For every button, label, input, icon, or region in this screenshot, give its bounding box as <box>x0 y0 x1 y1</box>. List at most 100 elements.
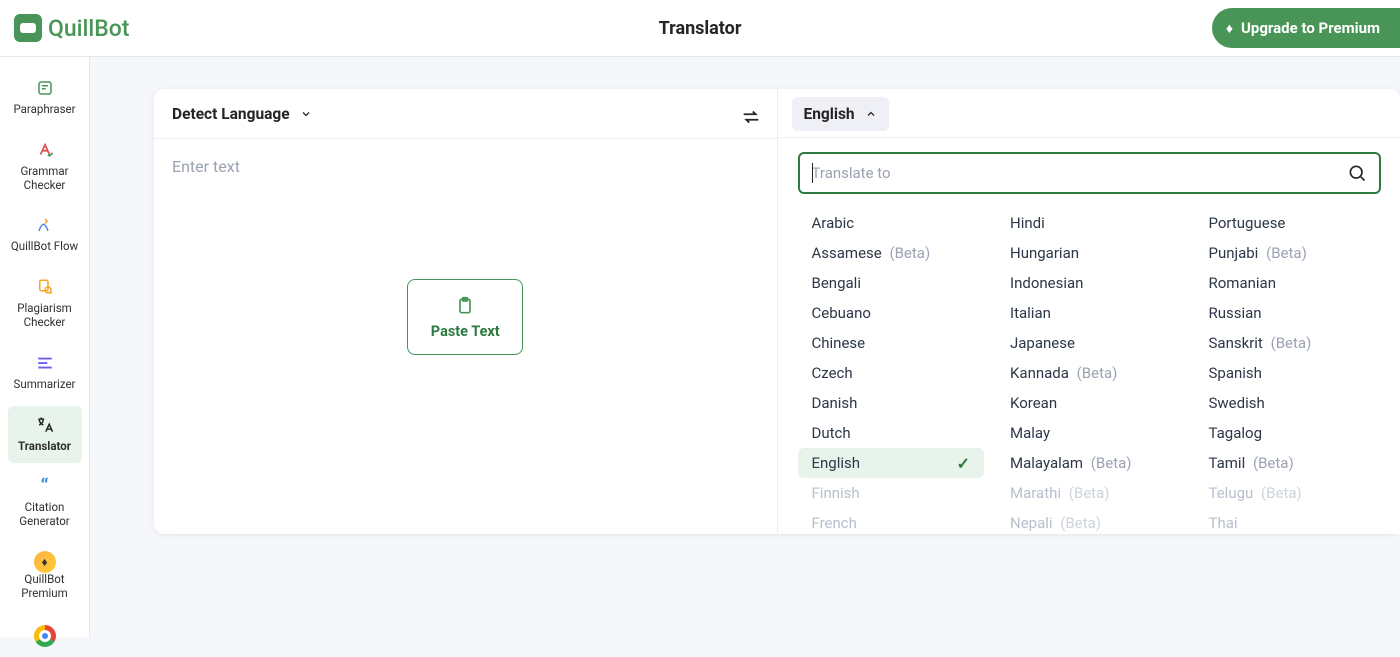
language-option[interactable]: Thai <box>1195 508 1382 534</box>
language-name: Czech <box>812 364 853 382</box>
sidebar-item-label: QuillBot Flow <box>11 240 78 254</box>
language-option[interactable]: Sanskrit (Beta) <box>1195 328 1382 358</box>
language-name: Russian <box>1209 304 1262 322</box>
sidebar-item-summarizer[interactable]: Summarizer <box>8 344 82 402</box>
beta-tag: (Beta) <box>1065 484 1109 502</box>
language-name: Bengali <box>812 274 861 292</box>
language-option[interactable]: Arabic <box>798 208 985 238</box>
summarizer-icon <box>34 352 56 374</box>
language-option[interactable]: Malayalam (Beta) <box>996 448 1183 478</box>
language-name: Tamil (Beta) <box>1209 454 1294 472</box>
detect-language-button[interactable]: Detect Language <box>172 105 312 123</box>
beta-tag: (Beta) <box>1257 484 1301 502</box>
language-name: Hindi <box>1010 214 1045 232</box>
language-option[interactable]: French <box>798 508 985 534</box>
language-name: Nepali (Beta) <box>1010 514 1101 532</box>
sidebar-item-label: Summarizer <box>14 378 76 392</box>
language-option[interactable]: Telugu (Beta) <box>1195 478 1382 508</box>
language-option[interactable]: Assamese (Beta) <box>798 238 985 268</box>
sidebar-item-label: QuillBot Premium <box>10 573 80 601</box>
sidebar-item-grammar-checker[interactable]: Grammar Checker <box>8 131 82 203</box>
language-option[interactable]: Korean <box>996 388 1183 418</box>
language-option[interactable]: Cebuano <box>798 298 985 328</box>
beta-tag: (Beta) <box>1073 364 1117 382</box>
language-option[interactable]: Spanish <box>1195 358 1382 388</box>
translator-card: Detect Language Enter text Paste Text <box>154 89 1400 534</box>
language-name: Malayalam (Beta) <box>1010 454 1132 472</box>
chevron-down-icon <box>300 108 312 120</box>
page-title: Translator <box>659 18 742 39</box>
language-name: Hungarian <box>1010 244 1079 262</box>
language-name: Punjabi (Beta) <box>1209 244 1307 262</box>
language-option[interactable]: Hindi <box>996 208 1183 238</box>
language-option[interactable]: Hungarian <box>996 238 1183 268</box>
beta-tag: (Beta) <box>1087 454 1131 472</box>
language-option[interactable]: Tamil (Beta) <box>1195 448 1382 478</box>
language-column: Portuguese Punjabi (Beta) Romanian Russian S… <box>1195 208 1382 534</box>
language-option[interactable]: Nepali (Beta) <box>996 508 1183 534</box>
language-option[interactable]: Dutch <box>798 418 985 448</box>
language-option[interactable]: Indonesian <box>996 268 1183 298</box>
language-option[interactable]: Kannada (Beta) <box>996 358 1183 388</box>
language-option[interactable]: Italian <box>996 298 1183 328</box>
language-search-input[interactable] <box>812 164 1348 182</box>
target-panel-head: English <box>778 89 1400 139</box>
plagiarism-icon <box>34 276 56 298</box>
language-option[interactable]: Czech <box>798 358 985 388</box>
citation-icon: “ <box>34 475 56 497</box>
paste-text-label: Paste Text <box>431 323 500 340</box>
language-option[interactable]: Russian <box>1195 298 1382 328</box>
language-option[interactable]: Marathi (Beta) <box>996 478 1183 508</box>
language-option[interactable]: Romanian <box>1195 268 1382 298</box>
language-column: HindiHungarianIndonesianItalianJapaneseK… <box>996 208 1183 534</box>
sidebar-item-quillbot-flow[interactable]: QuillBot Flow <box>8 206 82 264</box>
language-name: Indonesian <box>1010 274 1083 292</box>
language-name: Marathi (Beta) <box>1010 484 1109 502</box>
language-name: Romanian <box>1209 274 1277 292</box>
translator-icon <box>34 414 56 436</box>
language-option[interactable]: Bengali <box>798 268 985 298</box>
language-option[interactable]: Portuguese <box>1195 208 1382 238</box>
sidebar-item-label: Citation Generator <box>10 501 80 529</box>
sidebar-item-plagiarism-checker[interactable]: Plagiarism Checker <box>8 268 82 340</box>
search-icon <box>1347 163 1367 183</box>
language-option[interactable]: Punjabi (Beta) <box>1195 238 1382 268</box>
language-option[interactable]: Swedish <box>1195 388 1382 418</box>
sidebar-item-translator[interactable]: Translator <box>8 406 82 464</box>
language-option[interactable]: English✓ <box>798 448 985 478</box>
diamond-icon: ♦ <box>1226 20 1233 37</box>
source-panel-head: Detect Language <box>154 89 777 139</box>
sidebar-item-quillbot-premium[interactable]: ♦ QuillBot Premium <box>8 543 82 611</box>
upgrade-premium-label: Upgrade to Premium <box>1241 19 1380 37</box>
language-option[interactable]: Japanese <box>996 328 1183 358</box>
source-text-input[interactable]: Enter text <box>154 139 777 194</box>
language-name: Danish <box>812 394 858 412</box>
language-name: Chinese <box>812 334 866 352</box>
sidebar-item-citation-generator[interactable]: “ Citation Generator <box>8 467 82 539</box>
language-name: French <box>812 514 857 532</box>
language-option[interactable]: Tagalog <box>1195 418 1382 448</box>
swap-languages-button[interactable] <box>737 103 765 131</box>
target-language-button[interactable]: English <box>792 97 889 131</box>
sidebar-item-label: Plagiarism Checker <box>10 302 80 330</box>
logo-text: QuillBot <box>48 15 129 42</box>
sidebar-item-label: Translator <box>18 440 71 454</box>
language-name: Spanish <box>1209 364 1262 382</box>
sidebar-item-paraphraser[interactable]: Paraphraser <box>8 69 82 127</box>
language-option[interactable]: Finnish <box>798 478 985 508</box>
language-option[interactable]: Danish <box>798 388 985 418</box>
language-search-wrap[interactable] <box>798 152 1382 194</box>
logo[interactable]: QuillBot <box>14 14 129 42</box>
premium-icon: ♦ <box>34 551 56 573</box>
language-option[interactable]: Malay <box>996 418 1183 448</box>
language-name: Telugu (Beta) <box>1209 484 1302 502</box>
sidebar-item-label: Paraphraser <box>13 103 75 117</box>
target-panel: English ArabicAssamese (Beta) Bengali Cebu… <box>778 89 1400 534</box>
upgrade-premium-button[interactable]: ♦ Upgrade to Premium <box>1212 8 1400 48</box>
language-option[interactable]: Chinese <box>798 328 985 358</box>
paste-text-button[interactable]: Paste Text <box>407 279 523 355</box>
target-language-dropdown: ArabicAssamese (Beta) Bengali Cebuano Chine… <box>778 137 1400 534</box>
language-name: Dutch <box>812 424 851 442</box>
language-name: Malay <box>1010 424 1050 442</box>
grammar-icon <box>34 139 56 161</box>
